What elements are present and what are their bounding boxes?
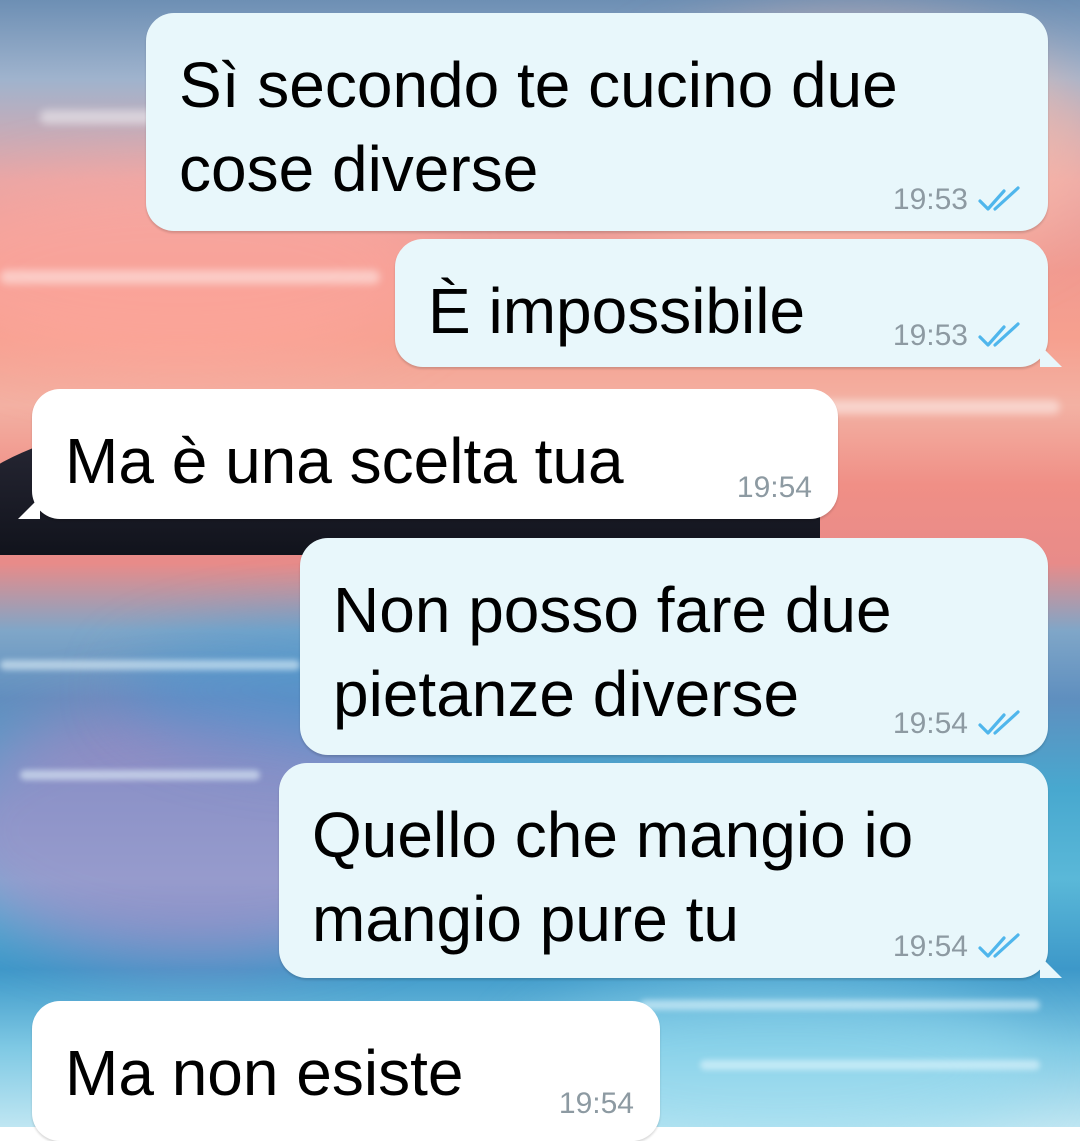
- bubble-tail: [1040, 956, 1062, 978]
- double-check-read-icon: [978, 933, 1020, 958]
- message-text: Quello che mangio io mangio pure tu: [312, 799, 914, 955]
- incoming-message[interactable]: Ma non esiste 19:54: [32, 1001, 660, 1141]
- message-time: 19:54: [892, 930, 968, 963]
- message-text: È impossibile: [428, 275, 806, 347]
- incoming-message[interactable]: Ma è una scelta tua 19:54: [18, 389, 838, 519]
- message-text: Sì secondo te cucino due cose diverse: [179, 49, 898, 205]
- message-time: 19:54: [558, 1087, 634, 1120]
- double-check-read-icon: [978, 322, 1020, 347]
- double-check-read-icon: [978, 186, 1020, 211]
- outgoing-message[interactable]: È impossibile 19:53: [395, 239, 1062, 367]
- message-time: 19:54: [736, 471, 812, 504]
- message-time: 19:54: [892, 707, 968, 740]
- outgoing-message[interactable]: Quello che mangio io mangio pure tu 19:5…: [279, 763, 1062, 978]
- message-time: 19:53: [892, 319, 968, 352]
- message-text: Ma è una scelta tua: [65, 425, 624, 497]
- message-text: Non posso fare due pietanze diverse: [333, 574, 892, 730]
- message-time: 19:53: [892, 183, 968, 216]
- bubble-tail: [18, 497, 40, 519]
- bubble-tail: [1040, 345, 1062, 367]
- double-check-read-icon: [978, 710, 1020, 735]
- outgoing-message[interactable]: Non posso fare due pietanze diverse 19:5…: [300, 538, 1048, 755]
- outgoing-message[interactable]: Sì secondo te cucino due cose diverse 19…: [146, 13, 1048, 231]
- message-text: Ma non esiste: [65, 1037, 464, 1109]
